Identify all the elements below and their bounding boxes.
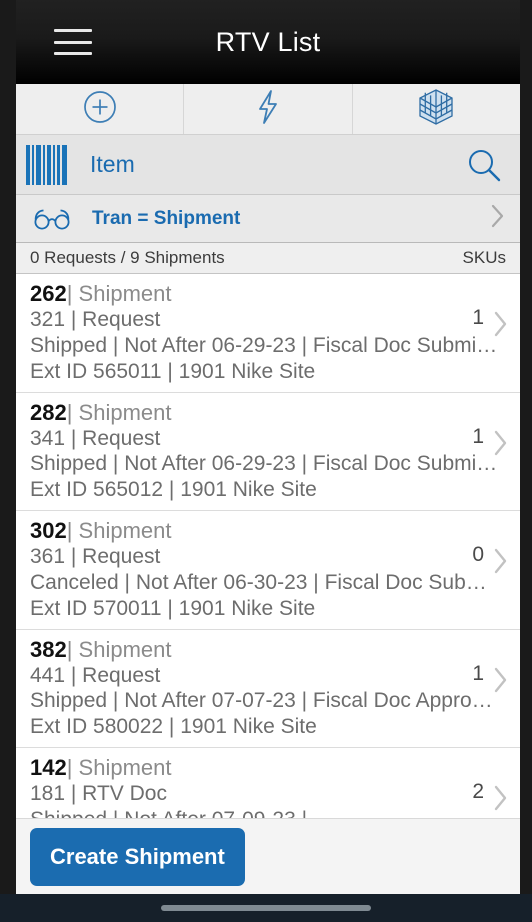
left-bezel [0, 0, 16, 922]
row-content: 142| Shipment 181 | RTV Doc Shipped | No… [30, 754, 446, 819]
row-sku-count: 0 [472, 543, 484, 567]
glasses-icon [32, 208, 74, 230]
filter-label: Tran = Shipment [92, 207, 241, 229]
row-status: Shipped | Not After 06-29-23 | Fiscal Do… [30, 333, 498, 357]
quick-action-button[interactable] [184, 84, 353, 134]
cube-grid-icon [418, 88, 454, 131]
hamburger-bar-1 [54, 29, 92, 32]
row-content: 382| Shipment 441 | Request Shipped | No… [30, 636, 493, 741]
action-bar: Create Shipment [16, 818, 520, 894]
table-row[interactable]: 302| Shipment 361 | Request Canceled | N… [16, 511, 520, 630]
row-ext-id: Ext ID 565012 | 1901 Nike Site [30, 478, 317, 502]
rtv-list[interactable]: 262| Shipment 321 | Request Shipped | No… [16, 274, 520, 819]
row-type: | Shipment [66, 399, 172, 425]
row-ref: 181 | RTV Doc [30, 782, 167, 806]
chevron-right-icon[interactable] [492, 309, 510, 344]
table-row[interactable]: 142| Shipment 181 | RTV Doc Shipped | No… [16, 748, 520, 819]
scan-label: Item [90, 151, 135, 177]
row-type: | Shipment [66, 281, 172, 306]
row-meta: 1 [446, 636, 520, 741]
row-type: | Shipment [66, 636, 172, 662]
row-sku-count: 1 [472, 661, 484, 685]
row-meta: 1 [446, 280, 520, 385]
table-row[interactable]: 262| Shipment 321 | Request Shipped | No… [16, 274, 520, 393]
summary-count: 0 Requests / 9 Shipments [30, 248, 225, 267]
row-id: 262 [30, 281, 67, 306]
row-ref: 441 | Request [30, 663, 161, 687]
row-id-line: 382| Shipment [30, 636, 446, 663]
plus-circle-icon [83, 90, 117, 129]
app-screen: RTV List Item Tran = Shipment 0 Requests… [16, 0, 520, 922]
row-ref: 341 | Request [30, 426, 161, 450]
barcode-icon[interactable] [24, 143, 70, 187]
row-ext-id: Ext ID 580022 | 1901 Nike Site [30, 715, 317, 739]
app-bar: RTV List [16, 0, 520, 84]
add-button[interactable] [16, 84, 185, 134]
create-shipment-button[interactable]: Create Shipment [30, 827, 245, 886]
row-meta: 0 [446, 517, 520, 622]
row-id: 142 [30, 755, 67, 781]
scan-bar: Item [16, 135, 520, 195]
lightning-bolt-icon [255, 89, 281, 130]
row-type: | Shipment [66, 755, 172, 781]
row-ref: 361 | Request [30, 545, 161, 569]
row-content: 302| Shipment 361 | Request Canceled | N… [30, 517, 487, 622]
table-row[interactable]: 282| Shipment 341 | Request Shipped | No… [16, 392, 520, 512]
row-sku-count: 1 [472, 306, 484, 329]
chevron-right-icon[interactable] [492, 783, 510, 818]
row-id: 382 [30, 636, 67, 662]
row-id: 302 [30, 518, 67, 544]
chevron-right-icon [490, 203, 506, 234]
hamburger-bar-2 [54, 40, 92, 44]
row-id-line: 262| Shipment [30, 280, 446, 307]
pallet-button[interactable] [353, 84, 520, 134]
row-status: Shipped | Not After 06-29-23 | Fiscal Do… [30, 452, 498, 476]
row-ext-id: Ext ID 570011 | 1901 Nike Site [30, 596, 316, 620]
chevron-right-icon[interactable] [492, 546, 510, 581]
row-sku-count: 1 [472, 424, 484, 448]
right-bezel [520, 0, 532, 922]
chevron-right-icon[interactable] [492, 665, 510, 700]
device-frame: RTV List Item Tran = Shipment 0 Requests… [0, 0, 532, 922]
home-indicator[interactable] [161, 905, 371, 911]
row-content: 282| Shipment 341 | Request Shipped | No… [30, 399, 498, 504]
filter-row[interactable]: Tran = Shipment [16, 195, 520, 243]
row-type: | Shipment [66, 518, 172, 544]
row-ref: 321 | Request [30, 308, 161, 332]
hamburger-menu-icon[interactable] [54, 29, 92, 55]
row-id-line: 282| Shipment [30, 399, 446, 426]
summary-sku-header: SKUs [462, 248, 506, 267]
row-status: Canceled | Not After 06-30-23 | Fiscal D… [30, 570, 487, 594]
chevron-right-icon[interactable] [492, 428, 510, 463]
search-icon[interactable] [464, 145, 504, 185]
row-status: Shipped | Not After 07-07-23 | Fiscal Do… [30, 689, 493, 713]
row-sku-count: 2 [472, 780, 484, 804]
icon-toolbar [16, 84, 520, 135]
list-summary-header: 0 Requests / 9 Shipments SKUs [16, 243, 520, 274]
row-id-line: 302| Shipment [30, 517, 446, 544]
row-id-line: 142| Shipment [30, 754, 446, 781]
row-meta: 1 [446, 399, 520, 504]
row-ext-id: Ext ID 565011 | 1901 Nike Site [30, 359, 316, 383]
hamburger-bar-3 [54, 52, 92, 55]
table-row[interactable]: 382| Shipment 441 | Request Shipped | No… [16, 629, 520, 749]
row-content: 262| Shipment 321 | Request Shipped | No… [30, 280, 498, 385]
row-id: 282 [30, 399, 67, 425]
row-meta: 2 [446, 754, 520, 819]
system-nav-bar [0, 894, 532, 922]
